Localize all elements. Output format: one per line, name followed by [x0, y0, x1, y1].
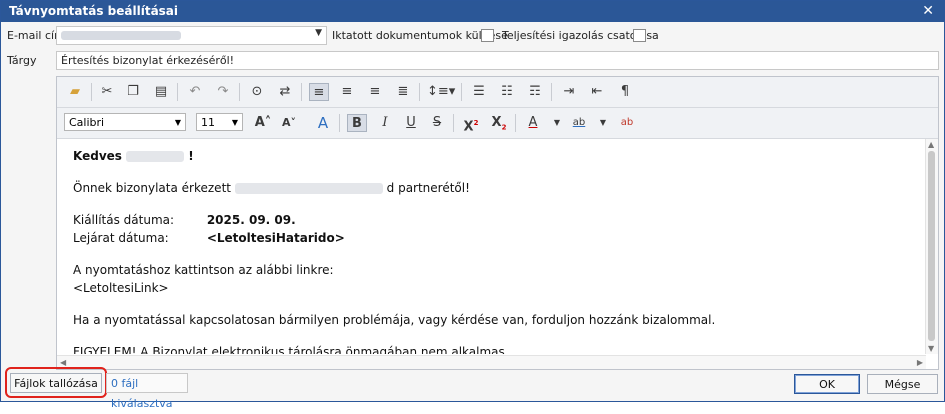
print-settings-dialog: Távnyomtatás beállításai ✕ E-mail cím ▼ … — [0, 0, 945, 410]
toolbar-separator — [453, 114, 454, 132]
iktatott-checkbox[interactable] — [481, 29, 494, 42]
subject-label: Tárgy — [7, 54, 37, 67]
toolbar-separator — [239, 83, 240, 101]
html-editor: ▰ ✂ ❐ ▤ ↶ ↷ ⊙ ⇄ ≡ ≡ ≡ ≣ ↕≡▾ ☰ ☷ ☶ ⇥ ⇤ ¶ — [56, 76, 939, 370]
greeting-end: ! — [188, 149, 194, 163]
paragraph-mark-icon[interactable]: ¶ — [615, 83, 635, 101]
font-name-value: Calibri — [69, 116, 105, 129]
toolbar-separator — [301, 83, 302, 101]
bold-icon[interactable]: B — [347, 114, 367, 132]
chevron-down-icon[interactable]: ▼ — [175, 114, 181, 132]
toolbar-separator — [461, 83, 462, 101]
italic-icon[interactable]: I — [375, 114, 395, 132]
greeting-line: Kedves ! — [73, 149, 194, 163]
subscript-icon[interactable]: X2 — [489, 114, 509, 132]
link-placeholder-line: <LetoltesiLink> — [73, 281, 169, 295]
paste-icon[interactable]: ▤ — [151, 83, 171, 101]
contact-line: Ha a nyomtatással kapcsolatosan bármilye… — [73, 313, 716, 327]
intro-start: Önnek bizonylata érkezett — [73, 181, 231, 195]
selected-files-indicator: 0 fájl kiválasztva — [106, 373, 188, 410]
close-icon[interactable]: ✕ — [922, 3, 934, 19]
align-left-icon[interactable]: ≡ — [309, 83, 329, 101]
greeting-text: Kedves — [73, 149, 122, 163]
justify-icon[interactable]: ≣ — [393, 83, 413, 101]
scroll-up-icon[interactable]: ▲ — [928, 140, 934, 149]
redo-icon[interactable]: ↷ — [213, 83, 233, 101]
clear-format-icon[interactable]: ab — [617, 114, 637, 132]
subject-field[interactable]: Értesítés bizonylat érkezéséről! — [56, 51, 939, 70]
open-folder-icon[interactable]: ▰ — [65, 83, 85, 101]
chevron-down-icon[interactable]: ▼ — [593, 114, 613, 132]
chevron-down-icon[interactable]: ▼ — [232, 114, 238, 132]
find-icon[interactable]: ⊙ — [247, 83, 267, 101]
font-size-value: 11 — [201, 116, 215, 129]
cut-icon[interactable]: ✂ — [97, 83, 117, 101]
align-center-icon[interactable]: ≡ — [337, 83, 357, 101]
email-body[interactable]: Kedves ! Önnek bizonylata érkezett d par… — [57, 139, 926, 354]
issue-date-label: Kiállítás dátuma: — [73, 213, 175, 227]
window-title: Távnyomtatás beállításai — [9, 4, 179, 18]
replace-icon[interactable]: ⇄ — [275, 83, 295, 101]
issue-date-value: 2025. 09. 09. — [206, 213, 296, 227]
subject-value: Értesítés bizonylat érkezéséről! — [61, 54, 235, 67]
highlight-ring — [5, 367, 107, 398]
undo-icon[interactable]: ↶ — [185, 83, 205, 101]
align-right-icon[interactable]: ≡ — [365, 83, 385, 101]
vertical-scroll-thumb[interactable] — [928, 151, 935, 341]
intro-end: d partnerétől! — [386, 181, 470, 195]
underline-icon[interactable]: U — [401, 114, 421, 132]
indent-icon[interactable]: ⇥ — [559, 83, 579, 101]
link-intro-line: A nyomtatáshoz kattintson az alábbi link… — [73, 263, 334, 277]
font-color-icon[interactable]: A — [523, 114, 543, 132]
cancel-button[interactable]: Mégse — [867, 374, 938, 394]
grow-font-icon[interactable]: A˄ — [253, 114, 273, 132]
editor-toolbar-main: ▰ ✂ ❐ ▤ ↶ ↷ ⊙ ⇄ ≡ ≡ ≡ ≣ ↕≡▾ ☰ ☷ ☶ ⇥ ⇤ ¶ — [57, 77, 938, 108]
issue-date-line: Kiállítás dátuma: 2025. 09. 09. — [73, 213, 296, 227]
copy-icon[interactable]: ❐ — [123, 83, 143, 101]
warning-line: FIGYELEM! A Bizonylat elektronikus tárol… — [73, 345, 505, 354]
bullet-list-icon[interactable]: ☰ — [469, 83, 489, 101]
font-name-select[interactable]: Calibri ▼ — [64, 113, 186, 131]
due-date-label: Lejárat dátuma: — [73, 231, 169, 245]
superscript-icon[interactable]: X2 — [461, 114, 481, 134]
ok-button[interactable]: OK — [794, 374, 860, 394]
teljesitesi-checkbox[interactable] — [633, 29, 646, 42]
horizontal-scrollbar[interactable]: ◀ ▶ — [57, 355, 926, 369]
title-bar: Távnyomtatás beállításai ✕ — [1, 1, 944, 22]
vertical-scrollbar[interactable]: ▲ ▼ — [925, 139, 938, 354]
due-date-line: Lejárat dátuma: <LetoltesiHatarido> — [73, 231, 345, 245]
toolbar-separator — [551, 83, 552, 101]
email-combobox[interactable]: ▼ — [56, 26, 327, 45]
chevron-down-icon[interactable]: ▼ — [547, 114, 567, 132]
email-value-redacted — [61, 31, 181, 40]
toolbar-separator — [515, 114, 516, 132]
partner-name-redacted — [234, 183, 383, 194]
font-style-icon[interactable]: A — [313, 114, 333, 132]
scroll-down-icon[interactable]: ▼ — [928, 344, 934, 353]
highlight-icon[interactable]: ab — [569, 114, 589, 132]
editor-toolbar-format: Calibri ▼ 11 ▼ A˄ A˅ A B I U S X2 X2 A ▼… — [57, 108, 938, 139]
multilevel-list-icon[interactable]: ☶ — [525, 83, 545, 101]
scroll-right-icon[interactable]: ▶ — [917, 358, 923, 367]
toolbar-separator — [419, 83, 420, 101]
shrink-font-icon[interactable]: A˅ — [279, 114, 299, 132]
font-size-select[interactable]: 11 ▼ — [196, 113, 243, 131]
toolbar-separator — [91, 83, 92, 101]
outdent-icon[interactable]: ⇤ — [587, 83, 607, 101]
toolbar-separator — [177, 83, 178, 101]
scroll-left-icon[interactable]: ◀ — [60, 358, 66, 367]
recipient-name-redacted — [126, 151, 185, 162]
line-spacing-icon[interactable]: ↕≡▾ — [427, 83, 455, 101]
due-date-value: <LetoltesiHatarido> — [206, 231, 345, 245]
strikethrough-icon[interactable]: S — [427, 114, 447, 132]
numbered-list-icon[interactable]: ☷ — [497, 83, 517, 101]
toolbar-separator — [339, 114, 340, 132]
intro-line: Önnek bizonylata érkezett d partnerétől! — [73, 181, 470, 195]
chevron-down-icon[interactable]: ▼ — [315, 28, 322, 38]
